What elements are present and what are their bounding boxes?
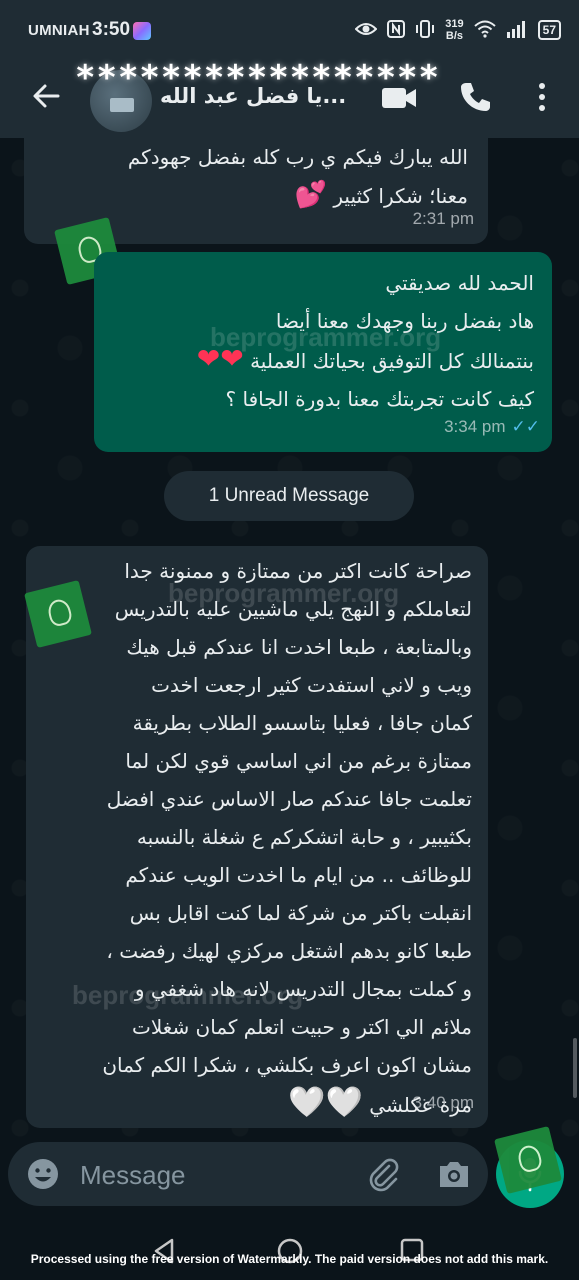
message-text-line: طبعا كانو بدهم اشتغل مركزي لهيك رفضت ، bbox=[106, 939, 472, 963]
message-text-line: ممتازة برغم من اني اساسي قوي لكن لما bbox=[125, 749, 472, 773]
video-call-icon[interactable] bbox=[380, 82, 418, 114]
chat-area[interactable]: الله يبارك فيكم ي رب كله بفضل جهودكم معن… bbox=[0, 138, 579, 1138]
system-navigation-bar: Processed using the free version of Wate… bbox=[0, 1216, 579, 1280]
nfc-icon bbox=[387, 19, 406, 41]
message-timestamp: 2:31 pm bbox=[412, 209, 474, 228]
message-bubble-incoming[interactable]: صراحة كانت اكتر من ممتازة و ممنونة جدا ل… bbox=[26, 546, 488, 1128]
read-receipt-icon: ✓✓ bbox=[511, 417, 541, 436]
message-text-line: بكثيبير ، و حابة اتشكركم ع شغلة بالنسبه bbox=[136, 825, 472, 849]
signal-icon bbox=[506, 20, 528, 41]
watermark-text: beprogrammer.org bbox=[72, 980, 304, 1010]
message-composer bbox=[8, 1142, 488, 1206]
eye-icon bbox=[354, 21, 378, 40]
message-text-line: انقبلت باكتر من شركة لما كنت اقابل بس bbox=[129, 901, 472, 925]
message-text-line: للوظائف .. من ايام ما اخدت الويب عندكم bbox=[125, 863, 472, 887]
arrow-back-icon[interactable] bbox=[28, 78, 64, 114]
message-timestamp: 3:40 pm bbox=[412, 1093, 474, 1112]
unread-messages-divider: 1 Unread Message bbox=[164, 471, 414, 521]
paperclip-icon[interactable] bbox=[366, 1156, 400, 1192]
message-input[interactable] bbox=[78, 1154, 342, 1196]
message-text-line: معنا؛ شكرا كثيير 💕 bbox=[294, 180, 468, 210]
message-text-line: الحمد لله صديقتي bbox=[385, 271, 534, 295]
camera-icon[interactable] bbox=[436, 1157, 472, 1191]
carrier-label: UMNIAH bbox=[28, 22, 90, 39]
status-icons: 319 B/s 57 bbox=[354, 18, 561, 42]
heart-emoji: 💕 bbox=[294, 180, 328, 210]
wifi-icon bbox=[473, 20, 496, 41]
message-text-line: تعلمت جافا عندكم صار الاساس عندي افضل bbox=[106, 787, 472, 811]
message-text-line: ملائم الي اكتر و حبيت اتعلم كمان شغلات bbox=[132, 1015, 472, 1039]
message-text-line: مرة عكلشي 🤍🤍 bbox=[288, 1085, 472, 1120]
watermark-text: beprogrammer.org bbox=[168, 578, 400, 608]
message-text-line: ويب و لاني استفدت كثير ارجعت اخدت bbox=[151, 673, 472, 697]
message-text-line: مشان اكون اعرف بكلشي ، شكرا الكم كمان bbox=[102, 1053, 472, 1077]
message-timestamp: 3:34 pm ✓✓ bbox=[444, 408, 540, 446]
battery-indicator: 57 bbox=[537, 20, 561, 40]
clock: 3:50 bbox=[92, 19, 131, 40]
more-options-icon[interactable] bbox=[532, 80, 552, 114]
message-text-line: وبالمتابعة ، طبعا اخدت انا عندكم قبل هيك bbox=[126, 635, 472, 659]
watermarkly-footer-text: Processed using the free version of Wate… bbox=[30, 1252, 549, 1266]
watermark-text: beprogrammer.org bbox=[210, 322, 442, 352]
message-text-line: الله يبارك فيكم ي رب كله بفضل جهودكم bbox=[127, 145, 468, 169]
white-heart-emoji: 🤍🤍 bbox=[288, 1085, 363, 1120]
notification-app-icon bbox=[133, 22, 151, 40]
emoji-icon[interactable] bbox=[26, 1157, 60, 1191]
vibrate-icon bbox=[415, 19, 435, 41]
chat-header: ...يا فضل عبد الله ***************** bbox=[0, 58, 579, 138]
voice-call-icon[interactable] bbox=[458, 80, 492, 114]
network-speed: 319 B/s bbox=[445, 18, 464, 42]
scrollbar-thumb[interactable] bbox=[573, 1038, 577, 1098]
status-bar: UMNIAH 3:50 319 B/s 57 bbox=[0, 0, 579, 62]
message-text-line: كمان جافا ، فعليا بتاسسو الطلاب بطريقة bbox=[132, 711, 472, 735]
